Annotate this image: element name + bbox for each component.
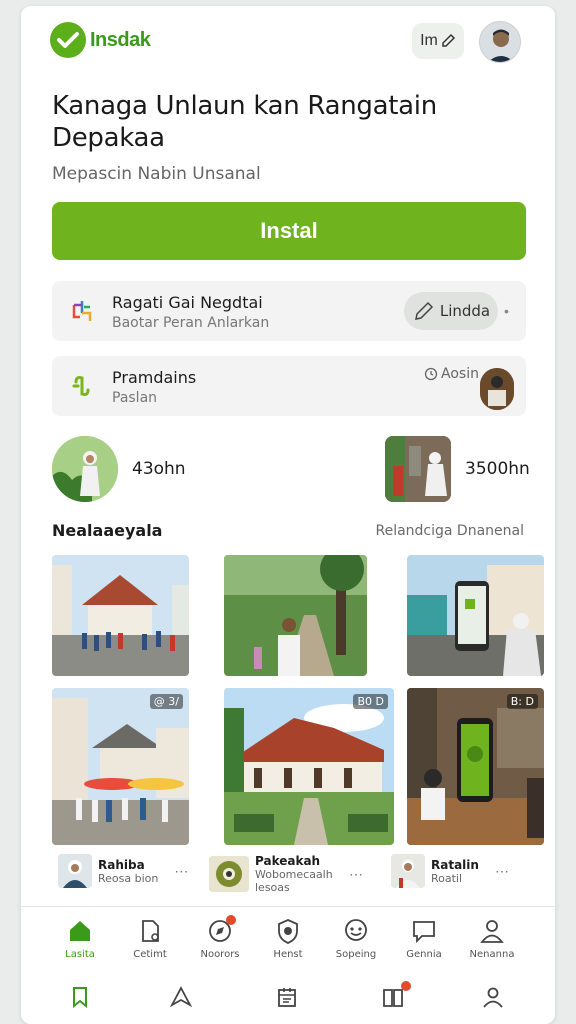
send-icon bbox=[169, 986, 193, 1008]
bookmark-icon bbox=[73, 987, 87, 1009]
nav-label: Nenanna bbox=[469, 949, 515, 960]
row-title: Ragati Gai Negdtai bbox=[112, 293, 263, 312]
gallery-photo[interactable]: B: D bbox=[407, 688, 544, 845]
stat-image bbox=[52, 436, 118, 502]
install-button[interactable]: Instal bbox=[52, 202, 526, 260]
mini-thumbnail bbox=[391, 854, 425, 888]
nav-label: Noorors bbox=[200, 949, 240, 960]
nav-label: Cetimt bbox=[133, 949, 167, 960]
stat-item[interactable]: 43ohn bbox=[52, 436, 186, 502]
search-pill-button[interactable]: Im bbox=[412, 23, 464, 59]
edit-icon bbox=[442, 33, 455, 47]
nav2-item-bookmark[interactable] bbox=[60, 985, 100, 1009]
mini-title: Rahiba bbox=[98, 857, 145, 872]
gallery-photo[interactable] bbox=[224, 555, 367, 676]
notification-badge bbox=[401, 981, 411, 991]
document-icon bbox=[142, 920, 159, 942]
gallery-photo[interactable]: @ 3/ bbox=[52, 688, 189, 845]
more-dot-icon[interactable]: • bbox=[504, 303, 509, 319]
section-title: Nealaaeyala bbox=[52, 521, 163, 540]
nav2-item-send[interactable] bbox=[161, 985, 201, 1009]
logo-text: Insdak bbox=[90, 28, 151, 51]
photo-gallery: @ 3/ B0 D B: D bbox=[52, 555, 544, 845]
notification-badge bbox=[226, 915, 236, 925]
mini-thumbnail bbox=[58, 854, 92, 888]
calendar-icon bbox=[278, 988, 296, 1007]
mini-card[interactable]: Rahiba Reosa bion ⋯ bbox=[58, 854, 188, 888]
clock-icon bbox=[424, 367, 438, 381]
compass-icon bbox=[206, 915, 236, 945]
search-pill-label: Im bbox=[420, 32, 438, 49]
bottom-navigation: Lasita Cetimt Noorors Henst Sopeing Genn… bbox=[21, 906, 555, 1024]
nav2-item-library[interactable] bbox=[373, 981, 413, 1014]
more-icon[interactable]: ⋯ bbox=[174, 863, 188, 880]
row-meta-label: Aosin bbox=[441, 366, 479, 382]
nav-label: Gennia bbox=[406, 949, 442, 960]
nav-item-profile[interactable]: Nenanna bbox=[457, 917, 527, 960]
mini-subtitle: Reosa bion bbox=[98, 871, 159, 885]
avatar[interactable] bbox=[479, 21, 521, 63]
page-subtitle: Mepascin Nabin Unsanal bbox=[52, 164, 261, 184]
row-action-button[interactable]: Lindda bbox=[404, 292, 498, 330]
mini-text: Pakeakah Wobomecaalh lesoas bbox=[255, 854, 333, 894]
nav-label: Henst bbox=[273, 949, 303, 960]
row-meta: Aosin bbox=[424, 366, 479, 382]
photo-badge: @ 3/ bbox=[149, 694, 183, 709]
photo-badge: B: D bbox=[506, 694, 538, 709]
nav-item-support[interactable]: Sopeing bbox=[321, 917, 391, 960]
library-icon-wrap bbox=[381, 981, 411, 1014]
stat-value: 3500hn bbox=[465, 459, 530, 479]
logo[interactable]: Insdak bbox=[50, 22, 151, 58]
mini-text: Ratalin Roatil bbox=[431, 858, 479, 885]
page-title: Kanaga Unlaun kan Rangatain Depakaa bbox=[52, 91, 437, 153]
mini-title: Pakeakah bbox=[255, 854, 321, 868]
more-icon[interactable]: ⋯ bbox=[349, 866, 363, 883]
info-row[interactable]: Ragati Gai Negdtai Baotar Peran Anlarkan… bbox=[52, 281, 526, 341]
info-row[interactable]: Pramdains Paslan Aosin bbox=[52, 356, 526, 416]
mini-text: Rahiba Reosa bion bbox=[98, 858, 158, 885]
nav2-item-account[interactable] bbox=[473, 985, 513, 1009]
green-app-icon bbox=[72, 376, 90, 396]
stat-value: 43ohn bbox=[132, 459, 186, 479]
nav-label: Lasita bbox=[65, 949, 95, 960]
gallery-photo[interactable] bbox=[407, 555, 544, 676]
profile-icon bbox=[480, 920, 504, 943]
nav-item-messages[interactable]: Gennia bbox=[389, 917, 459, 960]
message-icon bbox=[413, 921, 435, 944]
more-icon[interactable]: ⋯ bbox=[495, 863, 509, 880]
row-subtitle: Baotar Peran Anlarkan bbox=[112, 315, 270, 331]
photo-badge: B0 D bbox=[353, 694, 388, 709]
pen-icon bbox=[414, 301, 433, 320]
app-header: Insdak Im bbox=[21, 6, 555, 76]
mini-title: Ratalin bbox=[431, 857, 479, 872]
row-action-label: Lindda bbox=[439, 302, 491, 320]
mini-thumbnail bbox=[209, 856, 249, 892]
account-icon bbox=[483, 987, 503, 1008]
mini-subtitle: Roatil bbox=[431, 871, 463, 885]
stat-image bbox=[385, 436, 451, 502]
chat-bubble-icon bbox=[345, 919, 367, 941]
section-link[interactable]: Relandciga Dnanenal bbox=[375, 523, 524, 539]
nav-item-home[interactable]: Lasita bbox=[45, 917, 115, 960]
row-subtitle: Paslan bbox=[112, 390, 158, 406]
row-thumbnail[interactable] bbox=[480, 368, 514, 410]
mini-card[interactable]: Ratalin Roatil ⋯ bbox=[391, 854, 509, 888]
logo-check-icon bbox=[50, 22, 86, 58]
mini-card[interactable]: Pakeakah Wobomecaalh lesoas ⋯ bbox=[209, 854, 363, 894]
nav2-item-calendar[interactable] bbox=[267, 985, 307, 1009]
shield-icon bbox=[278, 919, 298, 944]
nav-item-documents[interactable]: Cetimt bbox=[115, 917, 185, 960]
nav-item-explore[interactable]: Noorors bbox=[185, 915, 255, 960]
nav-item-shield[interactable]: Henst bbox=[253, 917, 323, 960]
gallery-photo[interactable] bbox=[52, 555, 189, 676]
nav-label: Sopeing bbox=[335, 949, 377, 960]
mini-subtitle: Wobomecaalh lesoas bbox=[255, 868, 333, 894]
gallery-photo[interactable]: B0 D bbox=[224, 688, 394, 845]
row-title: Pramdains bbox=[112, 368, 197, 387]
stat-item[interactable]: 3500hn bbox=[385, 436, 530, 502]
home-icon bbox=[70, 921, 90, 941]
app-card: Insdak Im Kanaga Unlaun kan Rangatain De… bbox=[21, 6, 555, 1024]
multicolor-app-icon bbox=[72, 301, 92, 321]
